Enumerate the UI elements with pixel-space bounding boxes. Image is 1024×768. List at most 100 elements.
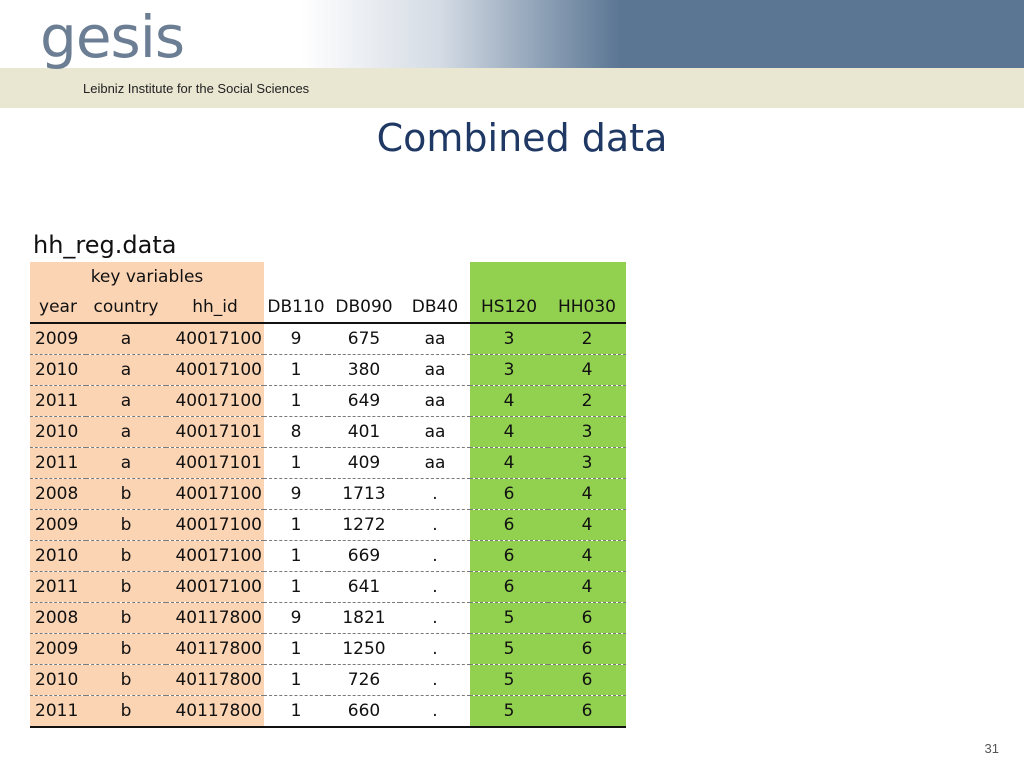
header-spacer xyxy=(264,262,470,292)
table-cell: aa xyxy=(400,447,470,479)
table-cell: 2 xyxy=(548,323,626,355)
column-header: year xyxy=(30,292,86,324)
table-cell: 1 xyxy=(264,354,328,386)
table-cell: 1 xyxy=(264,571,328,603)
table-cell: . xyxy=(400,664,470,696)
table-row: 2010 a 40017100 1 380 aa 3 4 xyxy=(30,354,626,386)
table-cell: . xyxy=(400,695,470,728)
table-cell: 3 xyxy=(548,447,626,479)
table-cell: . xyxy=(400,478,470,510)
table-cell: 40017100 xyxy=(166,323,264,355)
table-cell: aa xyxy=(400,354,470,386)
column-header: DB090 xyxy=(328,292,400,324)
table-cell: 2010 xyxy=(30,354,86,386)
table-row: 2011 b 40117800 1 660. 5 6 xyxy=(30,695,626,728)
table-cell: 6 xyxy=(548,633,626,665)
table-cell: 8 xyxy=(264,416,328,448)
table-cell: 2010 xyxy=(30,664,86,696)
table-row: 2011 a 40017101 1 409 aa 4 3 xyxy=(30,447,626,479)
table-cell: aa xyxy=(400,385,470,417)
table-row: 2010 b 40117800 1 726. 5 6 xyxy=(30,664,626,696)
table-cell: 40117800 xyxy=(166,633,264,665)
table-cell: b xyxy=(86,664,166,696)
table-cell: a xyxy=(86,447,166,479)
column-header: country xyxy=(86,292,166,324)
table-cell: 2011 xyxy=(30,385,86,417)
table-cell: . xyxy=(400,602,470,634)
table-cell: 6 xyxy=(470,540,548,572)
table-cell: aa xyxy=(400,323,470,355)
table-row: 2008 b 40017100 9 1713. 6 4 xyxy=(30,478,626,510)
table-cell: 4 xyxy=(548,478,626,510)
table-row: 2010 b 40017100 1 669. 6 4 xyxy=(30,540,626,572)
table-cell: 40017101 xyxy=(166,447,264,479)
table-cell: a xyxy=(86,323,166,355)
table-cell: 40017100 xyxy=(166,478,264,510)
gesis-logo: gesis xyxy=(40,3,185,71)
table-cell: 40117800 xyxy=(166,664,264,696)
table-cell: 1250 xyxy=(328,633,400,665)
table-cell: 2009 xyxy=(30,509,86,541)
table-cell: 409 xyxy=(328,447,400,479)
table-cell: 40117800 xyxy=(166,695,264,728)
data-table-panel: hh_reg.data key variables year country hh_… xyxy=(30,230,626,728)
table-cell: 3 xyxy=(470,323,548,355)
table-cell: 1 xyxy=(264,447,328,479)
table-cell: 5 xyxy=(470,695,548,728)
table-cell: 1 xyxy=(264,385,328,417)
table-cell: b xyxy=(86,540,166,572)
table-cell: 9 xyxy=(264,478,328,510)
key-variables-label: key variables xyxy=(30,262,264,292)
table-cell: 40017100 xyxy=(166,509,264,541)
table-cell: 1 xyxy=(264,695,328,728)
data-table: key variables year country hh_id DB110 DB090… xyxy=(30,262,626,728)
table-cell: b xyxy=(86,571,166,603)
table-cell: 2010 xyxy=(30,540,86,572)
table-cell: 726 xyxy=(328,664,400,696)
table-cell: 2009 xyxy=(30,633,86,665)
table-cell: 40017100 xyxy=(166,571,264,603)
table-cell: 9 xyxy=(264,602,328,634)
table-cell: 40017101 xyxy=(166,416,264,448)
table-cell: 2009 xyxy=(30,323,86,355)
table-cell: . xyxy=(400,633,470,665)
table-row: 2009 b 40017100 1 1272. 6 4 xyxy=(30,509,626,541)
table-cell: a xyxy=(86,416,166,448)
table-cell: 4 xyxy=(470,385,548,417)
table-cell: 1713 xyxy=(328,478,400,510)
table-cell: 660 xyxy=(328,695,400,728)
table-cell: 40017100 xyxy=(166,540,264,572)
table-cell: 4 xyxy=(548,509,626,541)
slide-title: Combined data xyxy=(376,116,668,160)
table-cell: 4 xyxy=(548,354,626,386)
table-cell: a xyxy=(86,385,166,417)
table-cell: b xyxy=(86,602,166,634)
table-cell: 6 xyxy=(470,571,548,603)
table-cell: . xyxy=(400,571,470,603)
table-cell: 4 xyxy=(548,571,626,603)
table-cell: 2 xyxy=(548,385,626,417)
table-cell: 3 xyxy=(548,416,626,448)
column-header: DB110 xyxy=(264,292,328,324)
column-header: hh_id xyxy=(166,292,264,324)
column-header: HS120 xyxy=(470,292,548,324)
table-cell: aa xyxy=(400,416,470,448)
table-cell: b xyxy=(86,509,166,541)
table-cell: 2008 xyxy=(30,602,86,634)
table-cell: 2010 xyxy=(30,416,86,448)
table-cell: 4 xyxy=(470,416,548,448)
table-cell: 401 xyxy=(328,416,400,448)
table-cell: 9 xyxy=(264,323,328,355)
table-cell: . xyxy=(400,540,470,572)
table-row: 2008 b 40117800 9 1821. 5 6 xyxy=(30,602,626,634)
table-cell: 1272 xyxy=(328,509,400,541)
table-cell: 5 xyxy=(470,633,548,665)
column-header: HH030 xyxy=(548,292,626,324)
table-cell: 40017100 xyxy=(166,385,264,417)
table-cell: 669 xyxy=(328,540,400,572)
added-variables-header xyxy=(470,262,626,292)
table-body: 2009 a 40017100 9 675 aa 3 2 2010 a 40017100 1 380 aa… xyxy=(30,323,626,728)
table-cell: 40017100 xyxy=(166,354,264,386)
table-cell: 649 xyxy=(328,385,400,417)
logo-subtitle: Leibniz Institute for the Social Science… xyxy=(83,81,310,96)
